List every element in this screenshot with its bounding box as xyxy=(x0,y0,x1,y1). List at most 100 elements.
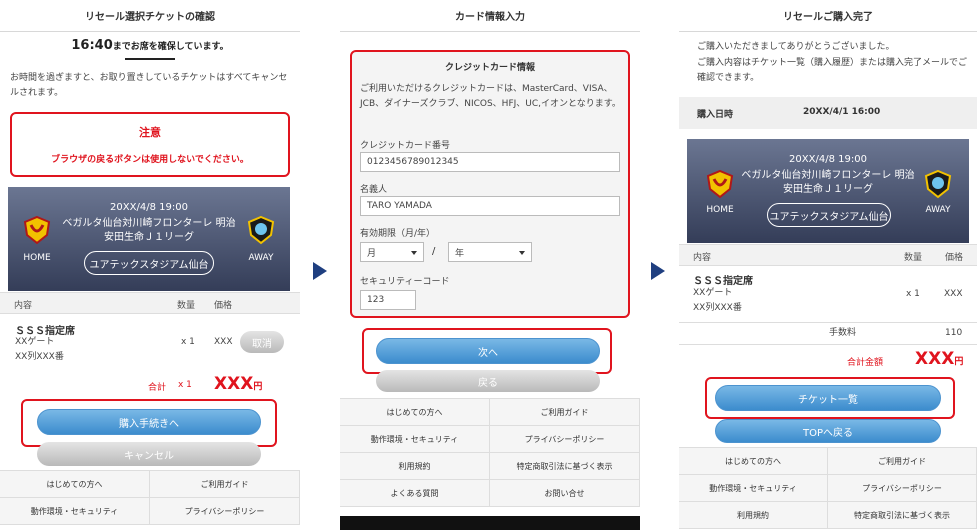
col-content: 内容 xyxy=(14,301,33,311)
footer-link-environment[interactable]: 動作環境・セキュリティ xyxy=(340,425,490,453)
card-intro: ご利用いただけるクレジットカードは、MasterCard、VISA、JCB、ダイ… xyxy=(360,84,621,109)
warning-box: 注意 ブラウザの戻るボタンは使用しないでください。 xyxy=(10,112,290,177)
footer-link-commerce-law[interactable]: 特定商取引法に基づく表示 xyxy=(489,452,640,480)
footer-link-environment[interactable]: 動作環境・セキュリティ xyxy=(0,497,150,525)
footer-link-guide[interactable]: ご利用ガイド xyxy=(489,398,640,426)
col-content: 内容 xyxy=(693,253,712,263)
frontale-emblem-icon xyxy=(924,169,952,199)
seat-qty: x 1 xyxy=(906,289,920,299)
expiry-month-value: 月 xyxy=(367,248,377,259)
seat-qty: x 1 xyxy=(181,337,195,347)
total-label: 合計金額 xyxy=(847,358,884,368)
hold-time-message: 16:40までお席を確保しています。 xyxy=(0,38,300,53)
expiry-year-select[interactable]: 年 xyxy=(448,242,532,262)
page-title: リセール選択チケットの確認 xyxy=(0,0,300,32)
cardholder-input[interactable]: TARO YAMADA xyxy=(360,196,620,216)
divider xyxy=(125,58,175,60)
card-number-input[interactable]: 0123456789012345 xyxy=(360,152,620,172)
match-teams: ベガルタ仙台対川崎フロンターレ 明治安田生命Ｊ１リーグ xyxy=(62,218,236,243)
match-datetime: 20XX/4/8 19:00 xyxy=(110,202,188,213)
footer-links: はじめての方へ ご利用ガイド 動作環境・セキュリティ プライバシーポリシー xyxy=(0,470,300,525)
page-title: リセールご購入完了 xyxy=(679,0,977,32)
footer-link-terms[interactable]: 利用規約 xyxy=(679,501,828,529)
purchase-date-row: 購入日時 20XX/4/1 16:00 xyxy=(679,97,977,129)
total-label: 合計 xyxy=(148,383,167,393)
home-label: HOME xyxy=(706,205,734,215)
seat-name: ＳＳＳ指定席 xyxy=(693,276,753,287)
chevron-down-icon xyxy=(519,251,525,255)
col-price: 価格 xyxy=(945,253,964,263)
expiry-year-value: 年 xyxy=(455,248,465,259)
frontale-emblem-icon xyxy=(247,215,275,245)
seat-price: XXX xyxy=(214,337,233,347)
footer-link-privacy[interactable]: プライバシーポリシー xyxy=(489,425,640,453)
next-button[interactable]: 次へ xyxy=(376,338,600,364)
footer-links: はじめての方へ ご利用ガイド 動作環境・セキュリティ プライバシーポリシー 利用… xyxy=(340,398,640,507)
footer-link-faq[interactable]: よくある質問 xyxy=(340,479,490,507)
hold-time: 16:40 xyxy=(71,38,113,53)
total-amount: XXX円 xyxy=(915,349,963,369)
bottom-bar xyxy=(340,516,640,530)
chevron-down-icon xyxy=(411,251,417,255)
screen-purchase-complete: リセールご購入完了 ご購入いただきましてありがとうございました。 ご購入内容はチ… xyxy=(679,0,977,530)
screen-card-entry: カード情報入力 クレジットカード情報 ご利用いただけるクレジットカードは、Mas… xyxy=(340,0,640,530)
footer-links: はじめての方へ ご利用ガイド 動作環境・セキュリティ プライバシーポリシー 利用… xyxy=(679,447,977,529)
remove-button[interactable]: 取消 xyxy=(240,331,284,353)
back-to-top-button[interactable]: TOPへ戻る xyxy=(715,419,941,443)
expiry-label: 有効期限（月/年） xyxy=(360,229,436,239)
footer-link-privacy[interactable]: プライバシーポリシー xyxy=(149,497,300,525)
home-label: HOME xyxy=(23,253,51,263)
seat-row: XX列XXX番 xyxy=(15,352,64,362)
cancel-button[interactable]: キャンセル xyxy=(37,442,261,466)
match-teams: ベガルタ仙台対川崎フロンターレ 明治安田生命Ｊ１リーグ xyxy=(741,170,915,195)
back-button[interactable]: 戻る xyxy=(376,370,600,392)
footer-link-guide[interactable]: ご利用ガイド xyxy=(827,447,977,475)
footer-link-beginners[interactable]: はじめての方へ xyxy=(340,398,490,426)
seat-gate: XXゲート xyxy=(693,288,733,298)
total-unit: 円 xyxy=(954,357,964,367)
match-datetime: 20XX/4/8 19:00 xyxy=(789,154,867,165)
warning-text: ブラウザの戻るボタンは使用しないでください。 xyxy=(51,155,249,165)
footer-link-beginners[interactable]: はじめての方へ xyxy=(679,447,828,475)
away-label: AWAY xyxy=(248,253,274,263)
match-banner: HOME AWAY 20XX/4/8 19:00 ベガルタ仙台対川崎フロンターレ… xyxy=(8,187,290,291)
footer-link-beginners[interactable]: はじめての方へ xyxy=(0,470,150,498)
screen-resale-confirm: リセール選択チケットの確認 16:40までお席を確保しています。 お時間を過ぎま… xyxy=(0,0,300,530)
fee-label: 手数料 xyxy=(829,328,857,338)
match-banner: HOME AWAY 20XX/4/8 19:00 ベガルタ仙台対川崎フロンターレ… xyxy=(687,139,969,243)
page-title: カード情報入力 xyxy=(340,0,640,32)
ticket-list-button[interactable]: チケット一覧 xyxy=(715,385,941,411)
section-title: クレジットカード情報 xyxy=(444,63,535,73)
expiry-month-select[interactable]: 月 xyxy=(360,242,424,262)
divider xyxy=(679,322,977,323)
footer-link-commerce-law[interactable]: 特定商取引法に基づく表示 xyxy=(827,501,977,529)
card-number-label: クレジットカード番号 xyxy=(360,141,451,151)
seat-row: XX列XXX番 xyxy=(693,303,742,313)
thanks-message: ご購入いただきましてありがとうございました。 xyxy=(697,42,895,52)
total-qty: x 1 xyxy=(178,380,192,390)
footer-link-guide[interactable]: ご利用ガイド xyxy=(149,470,300,498)
confirm-info: ご購入内容はチケット一覧（購入履歴）または購入完了メールでご確認できます。 xyxy=(697,58,968,83)
purchase-date-value: 20XX/4/1 16:00 xyxy=(803,107,881,117)
fee-value: 110 xyxy=(945,328,963,338)
divider xyxy=(679,344,977,345)
footer-link-environment[interactable]: 動作環境・セキュリティ xyxy=(679,474,828,502)
vegalta-emblem-icon xyxy=(706,169,734,199)
proceed-purchase-button[interactable]: 購入手続きへ xyxy=(37,409,261,435)
footer-link-contact[interactable]: お問い合せ xyxy=(489,479,640,507)
col-price: 価格 xyxy=(214,301,233,311)
total-amount: XXX円 xyxy=(214,374,262,394)
cancel-notice: お時間を過ぎますと、お取り置きしているチケットはすべてキャンセルされます。 xyxy=(10,73,288,98)
step-arrow-icon xyxy=(313,262,327,280)
cvc-input[interactable]: 123 xyxy=(360,290,416,310)
expiry-slash: / xyxy=(432,246,436,257)
col-qty: 数量 xyxy=(904,253,923,263)
cvc-label: セキュリティーコード xyxy=(360,277,450,287)
seat-price: XXX xyxy=(944,289,963,299)
venue-pill: ユアテックスタジアム仙台 xyxy=(767,203,891,227)
vegalta-emblem-icon xyxy=(23,215,51,245)
footer-link-privacy[interactable]: プライバシーポリシー xyxy=(827,474,977,502)
table-header: 内容 数量 価格 xyxy=(679,244,977,266)
warning-title: 注意 xyxy=(139,126,161,139)
footer-link-terms[interactable]: 利用規約 xyxy=(340,452,490,480)
